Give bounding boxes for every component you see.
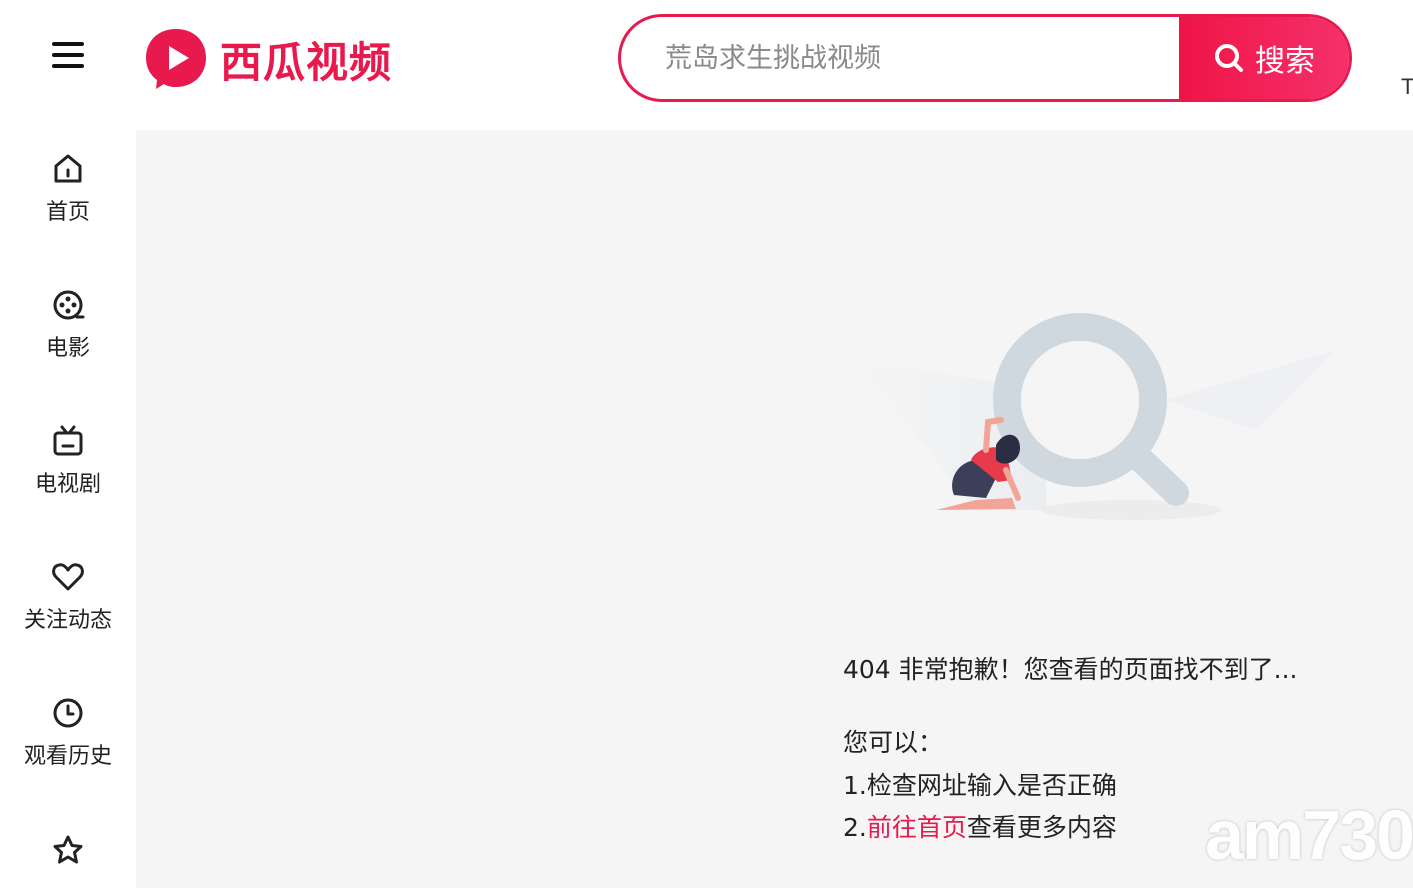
sidebar-item-label: 电影 [45,336,90,361]
sidebar: 首页 电影 电视剧 关注动态 观看历史 [0,130,136,888]
sidebar-item-history[interactable]: 观看历史 [0,696,136,770]
sidebar-item-label: 电视剧 [34,472,101,497]
search-icon [1215,44,1243,72]
clipped-header-text: T [1401,74,1413,99]
suggestion-heading: 您可以： [843,728,944,757]
film-reel-icon [53,290,85,320]
home-icon [54,154,82,183]
sidebar-item-favorites[interactable] [0,833,136,875]
heart-icon [52,563,84,591]
logo[interactable]: 西瓜视频 [142,24,392,94]
sidebar-item-label: 关注动态 [23,608,112,633]
step2-suffix: 查看更多内容 [966,813,1117,842]
not-found-illustration [856,313,1336,520]
sidebar-item-label: 首页 [45,200,90,225]
step2-prefix: 2. [843,813,867,842]
search-bar: 搜索 [618,14,1352,102]
menu-icon[interactable] [52,42,86,72]
search-button[interactable]: 搜索 [1179,17,1349,99]
sidebar-item-tv[interactable]: 电视剧 [0,424,136,498]
go-home-link[interactable]: 前往首页 [867,813,967,842]
suggestion-go-home: 2.前往首页查看更多内容 [843,808,1117,844]
suggestion-check-url: 1.检查网址输入是否正确 [843,771,1117,800]
sidebar-item-label: 观看历史 [23,744,112,769]
watermark-logo: am730 [1205,796,1413,874]
error-title: 404 非常抱歉！您查看的页面找不到了... [843,655,1298,684]
search-button-label: 搜索 [1255,44,1315,79]
sidebar-item-following[interactable]: 关注动态 [0,560,136,634]
logo-play-icon [146,29,206,89]
top-header: 西瓜视频 搜索 T [0,0,1413,130]
sidebar-item-home[interactable]: 首页 [0,152,136,226]
logo-text: 西瓜视频 [220,37,393,87]
search-input[interactable] [621,17,1179,99]
main-content: 404 非常抱歉！您查看的页面找不到了... 您可以： 1.检查网址输入是否正确… [136,130,1413,888]
sidebar-item-movies[interactable]: 电影 [0,288,136,362]
clock-icon [53,698,83,728]
tv-icon [53,425,83,456]
star-icon [53,835,83,864]
